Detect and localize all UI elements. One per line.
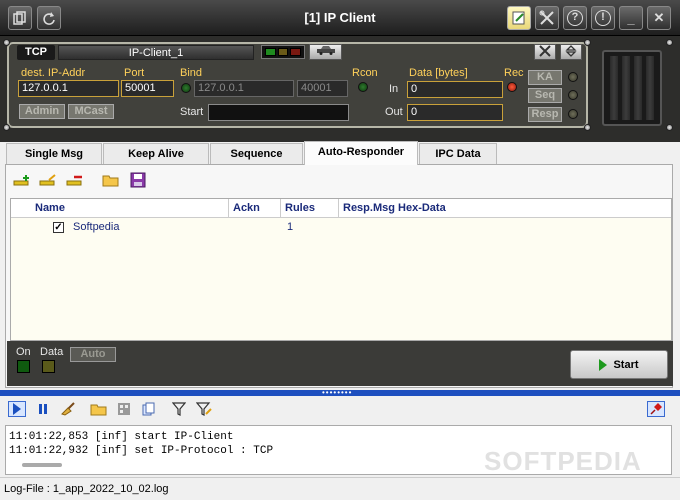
start-label: Start	[180, 106, 204, 118]
info-icon[interactable]: !	[591, 6, 615, 30]
led-green	[265, 48, 276, 56]
column-header-hex-data[interactable]: Resp.Msg Hex-Data	[339, 199, 671, 218]
start-button-label: Start	[613, 358, 639, 371]
rec-label: Rec	[504, 67, 524, 79]
status-led-strip	[261, 45, 305, 59]
data-in-value: 0	[407, 81, 503, 98]
dest-ip-input[interactable]: 127.0.0.1	[18, 80, 119, 97]
rcon-label: Rcon	[352, 67, 378, 79]
rivet-icon	[584, 124, 591, 131]
splitter-grip-icon: ••••••••	[322, 388, 353, 397]
save-icon[interactable]	[129, 172, 147, 188]
mcast-button[interactable]: MCast	[68, 104, 114, 119]
in-label: In	[389, 83, 399, 95]
out-label: Out	[385, 106, 403, 118]
data-label: Data	[40, 346, 64, 358]
client-name: IP-Client_1	[58, 45, 254, 60]
tab-single-msg[interactable]: Single Msg	[6, 143, 102, 164]
bind-ip-input[interactable]: 127.0.0.1	[194, 80, 294, 97]
filter-edit-icon[interactable]	[195, 401, 213, 417]
play-icon	[599, 358, 608, 371]
watermark-text: SOFTPEDIA	[484, 446, 642, 476]
data-led	[42, 360, 55, 373]
on-label: On	[16, 346, 31, 358]
dest-ip-label: dest. IP-Addr	[21, 67, 86, 79]
rivet-icon	[3, 39, 10, 46]
pause-log-icon[interactable]	[34, 401, 52, 417]
copy-window-icon[interactable]	[8, 6, 32, 30]
edit-rule-icon[interactable]	[39, 173, 57, 189]
open-folder-icon[interactable]	[102, 172, 120, 188]
rivet-icon	[584, 39, 591, 46]
refresh-icon[interactable]	[37, 6, 61, 30]
column-header-name[interactable]: Name	[11, 199, 229, 218]
network-car-icon[interactable]	[309, 44, 342, 60]
on-led[interactable]	[17, 360, 30, 373]
grid-view-icon[interactable]	[115, 401, 133, 417]
column-header-rules[interactable]: Rules	[281, 199, 339, 218]
tab-ipc-data[interactable]: IPC Data	[419, 143, 497, 164]
clear-broom-icon[interactable]	[60, 401, 78, 417]
column-header-ackn[interactable]: Ackn	[229, 199, 281, 218]
ka-button[interactable]: KA	[528, 70, 562, 85]
minimize-icon[interactable]: _	[619, 6, 643, 30]
rcon-led[interactable]	[358, 82, 368, 92]
auto-button[interactable]: Auto	[70, 347, 116, 362]
help-icon[interactable]: ?	[563, 6, 587, 30]
row-enabled-checkbox[interactable]: ✓	[53, 222, 64, 233]
port-input[interactable]: 50001	[121, 80, 174, 97]
tab-keep-alive[interactable]: Keep Alive	[103, 143, 209, 164]
log-horizontal-scrollbar[interactable]	[22, 463, 62, 467]
copy-log-icon[interactable]	[140, 401, 158, 417]
row-name[interactable]: Softpedia	[73, 221, 119, 233]
delete-rule-icon[interactable]	[66, 173, 84, 189]
data-bytes-label: Data [bytes]	[409, 67, 468, 79]
rec-led[interactable]	[507, 82, 517, 92]
seq-button[interactable]: Seq	[528, 88, 562, 103]
admin-button[interactable]: Admin	[19, 104, 65, 119]
ka-led	[568, 72, 578, 82]
settings-tools-icon[interactable]	[535, 6, 559, 30]
expand-collapse-icon[interactable]	[560, 44, 582, 60]
vent-grille	[602, 50, 662, 126]
start-input[interactable]	[208, 104, 349, 121]
bind-toggle-led[interactable]	[181, 83, 191, 93]
add-rule-icon[interactable]	[13, 173, 31, 189]
bind-port-input[interactable]: 40001	[297, 80, 348, 97]
responder-table	[10, 198, 672, 341]
row-rules: 1	[287, 221, 294, 233]
led-red	[290, 48, 302, 56]
resp-button[interactable]: Resp	[528, 107, 562, 122]
log-folder-icon[interactable]	[90, 401, 108, 417]
led-yellow	[277, 48, 289, 56]
rivet-icon	[3, 124, 10, 131]
close-icon[interactable]: ✕	[647, 6, 671, 30]
status-bar-log-file: Log-File : 1_app_2022_10_02.log	[0, 477, 680, 500]
rivet-icon	[666, 39, 673, 46]
log-line: 11:01:22,853 [inf] start IP-Client	[9, 431, 234, 443]
filter-icon[interactable]	[170, 401, 188, 417]
pin-icon[interactable]	[647, 401, 665, 417]
rivet-icon	[666, 124, 673, 131]
play-log-icon[interactable]	[8, 401, 26, 417]
panel-tools-icon[interactable]	[534, 44, 556, 60]
start-button[interactable]: Start	[570, 350, 668, 379]
bind-label: Bind	[180, 67, 203, 79]
seq-led	[568, 90, 578, 100]
tab-sequence[interactable]: Sequence	[210, 143, 303, 164]
tab-auto-responder[interactable]: Auto-Responder	[304, 141, 418, 165]
protocol-label: TCP	[17, 45, 55, 60]
edit-note-icon[interactable]	[507, 6, 531, 30]
port-label: Port	[124, 67, 145, 79]
resp-led	[568, 109, 578, 119]
data-out-value: 0	[407, 104, 503, 121]
